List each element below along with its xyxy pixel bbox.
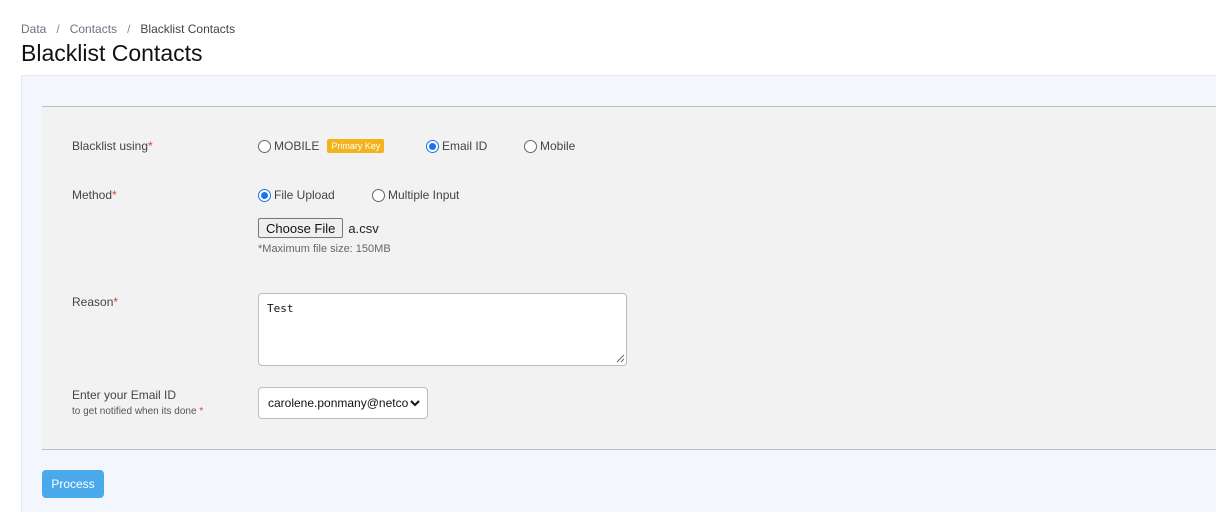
email-label: Enter your Email ID to get notified when… <box>72 388 203 417</box>
breadcrumb-contacts[interactable]: Contacts <box>70 22 117 36</box>
email-sublabel: to get notified when its done * <box>72 406 203 417</box>
breadcrumb-current: Blacklist Contacts <box>140 22 236 36</box>
resize-handle-icon[interactable] <box>616 354 625 363</box>
radio-mobile-primary[interactable]: MOBILE Primary Key <box>258 139 385 153</box>
email-select[interactable]: carolene.ponmany@netco <box>258 387 428 419</box>
radio-unchecked-icon[interactable] <box>524 139 537 153</box>
radio-checked-icon[interactable] <box>258 188 271 202</box>
primary-key-badge: Primary Key <box>327 139 385 153</box>
file-name: a.csv <box>348 220 379 236</box>
radio-file-upload-label: File Upload <box>274 188 335 202</box>
email-sublabel-text: to get notified when its done <box>72 406 197 417</box>
email-select-value: carolene.ponmany@netco <box>268 396 408 410</box>
blacklist-using-label-text: Blacklist using <box>72 139 149 153</box>
reason-label-text: Reason <box>72 295 114 309</box>
required-mark: * <box>112 188 117 202</box>
method-label: Method* <box>72 188 117 202</box>
reason-textarea[interactable]: Test <box>258 293 627 366</box>
radio-mobile-label: Mobile <box>540 139 576 153</box>
required-mark: * <box>199 406 204 417</box>
choose-file-button[interactable]: Choose File <box>258 218 344 238</box>
breadcrumb-separator: / <box>56 22 60 36</box>
file-size-hint: *Maximum file size: 150MB <box>258 243 391 255</box>
breadcrumb: Data / Contacts / Blacklist Contacts <box>21 22 235 36</box>
radio-email-id-label: Email ID <box>442 139 488 153</box>
required-mark: * <box>113 295 119 309</box>
reason-label: Reason* <box>72 295 118 309</box>
breadcrumb-data[interactable]: Data <box>21 22 46 36</box>
radio-checked-icon[interactable] <box>426 139 439 153</box>
chevron-down-icon <box>410 400 420 407</box>
process-button[interactable]: Process <box>42 470 104 498</box>
email-label-text: Enter your Email ID <box>72 388 177 402</box>
method-label-text: Method <box>72 188 113 202</box>
blacklist-using-label: Blacklist using* <box>72 139 153 153</box>
file-input: Choose File a.csv <box>258 218 379 238</box>
radio-mobile-primary-label: MOBILE <box>274 139 320 153</box>
radio-email-id[interactable]: Email ID <box>426 139 487 153</box>
radio-mobile[interactable]: Mobile <box>524 139 575 153</box>
page-title: Blacklist Contacts <box>21 40 203 66</box>
radio-unchecked-icon[interactable] <box>372 188 385 202</box>
radio-multiple-input-label: Multiple Input <box>388 188 460 202</box>
form-panel <box>42 106 1216 450</box>
radio-unchecked-icon[interactable] <box>258 139 271 153</box>
breadcrumb-separator: / <box>127 22 131 36</box>
required-mark: * <box>148 139 153 153</box>
radio-file-upload[interactable]: File Upload <box>258 188 335 202</box>
radio-multiple-input[interactable]: Multiple Input <box>372 188 459 202</box>
